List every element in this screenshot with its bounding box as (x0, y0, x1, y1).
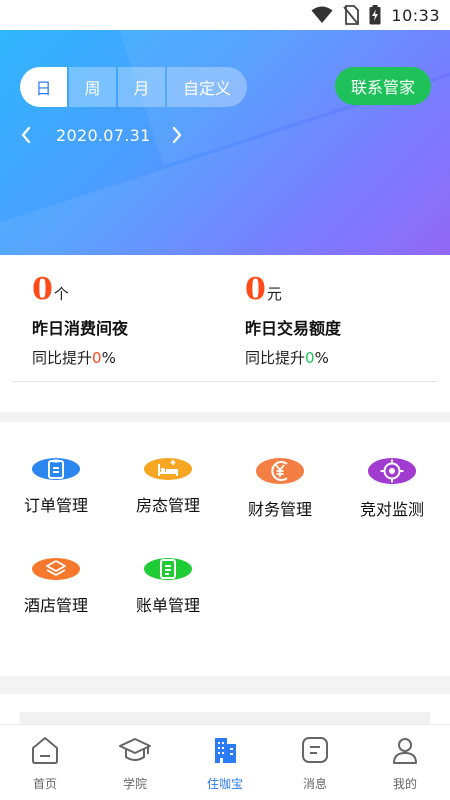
nav-item-academy[interactable]: 学院 (90, 725, 180, 800)
nav-label: 首页 (32, 777, 57, 791)
nav-item-messages[interactable]: 消息 (270, 725, 360, 800)
stat-transaction-amount: 0 元 昨日交易额度 同比提升0% (245, 273, 445, 368)
grid-item-competitor-monitor[interactable]: 竞对监测 (336, 422, 448, 519)
period-tabs: 日 周 月 自定义 (20, 67, 247, 107)
stat-value: 0 (32, 272, 53, 307)
grid-item-label: 财务管理 (247, 500, 312, 519)
grid-item-bill-management[interactable]: 账单管理 (112, 522, 224, 615)
bed-icon (144, 458, 192, 480)
tab-day[interactable]: 日 (20, 67, 67, 107)
bill-icon (144, 558, 192, 580)
tab-week[interactable]: 周 (69, 67, 116, 107)
grid-item-label: 账单管理 (135, 596, 200, 615)
bottom-nav: 首页 学院 住咖宝 消息 我的 (0, 724, 450, 800)
tab-custom[interactable]: 自定义 (167, 67, 247, 107)
order-clipboard-icon (32, 458, 80, 480)
no-sim-icon (343, 5, 360, 25)
wifi-icon (311, 6, 333, 23)
section-separator (0, 676, 450, 694)
stat-compare: 同比提升0% (32, 349, 116, 367)
chevron-right-icon[interactable] (169, 123, 185, 147)
nav-label: 我的 (392, 777, 417, 791)
chevron-left-icon[interactable] (18, 123, 34, 147)
stat-unit: 元 (266, 285, 282, 303)
current-date: 2020.07.31 (56, 125, 151, 145)
stat-compare-value: 0 (305, 349, 315, 367)
message-icon (300, 735, 330, 769)
buildings-icon (210, 735, 240, 769)
status-time: 10:33 (391, 5, 440, 25)
nav-item-home[interactable]: 首页 (0, 725, 90, 800)
stat-value: 0 (245, 272, 266, 307)
nav-label: 住咖宝 (206, 777, 243, 791)
stat-unit: 个 (53, 285, 69, 303)
contact-butler-button[interactable]: 联系管家 (335, 67, 431, 105)
nav-item-mine[interactable]: 我的 (360, 725, 450, 800)
nav-item-zhukabao[interactable]: 住咖宝 (180, 725, 270, 800)
target-icon (368, 458, 416, 484)
grid-item-room-status[interactable]: 房态管理 (112, 422, 224, 515)
stat-compare: 同比提升0% (245, 349, 329, 367)
battery-charging-icon (369, 5, 381, 25)
home-icon (30, 735, 60, 769)
layers-icon (32, 558, 80, 580)
tab-month[interactable]: 月 (118, 67, 165, 107)
nav-label: 消息 (302, 777, 327, 791)
grid-item-hotel-management[interactable]: 酒店管理 (0, 522, 112, 615)
function-grid: 订单管理 房态管理 财务管理 竞对监测 酒店管理 账单管理 (0, 422, 450, 676)
stat-title: 昨日交易额度 (245, 319, 342, 338)
grid-item-label: 酒店管理 (23, 596, 88, 615)
graduation-cap-icon (118, 735, 152, 769)
nav-label: 学院 (122, 777, 147, 791)
stats-panel: 0 个 昨日消费间夜 同比提升0% 0 元 昨日交易额度 同比提升0% (0, 255, 450, 383)
grid-item-finance[interactable]: 财务管理 (224, 422, 336, 519)
grid-item-order-management[interactable]: 订单管理 (0, 422, 112, 515)
stat-title: 昨日消费间夜 (32, 319, 129, 338)
status-bar: 10:33 (0, 0, 450, 30)
divider (12, 381, 438, 382)
stat-room-nights: 0 个 昨日消费间夜 同比提升0% (32, 273, 232, 368)
header-banner: 日 周 月 自定义 联系管家 2020.07.31 (0, 30, 450, 255)
grid-item-label: 房态管理 (135, 496, 200, 515)
date-selector: 2020.07.31 (18, 123, 185, 147)
user-icon (390, 735, 420, 769)
stat-compare-value: 0 (92, 349, 102, 367)
grid-item-label: 订单管理 (23, 496, 88, 515)
grid-item-label: 竞对监测 (359, 500, 424, 519)
section-separator (0, 412, 450, 422)
yen-icon (256, 458, 304, 484)
